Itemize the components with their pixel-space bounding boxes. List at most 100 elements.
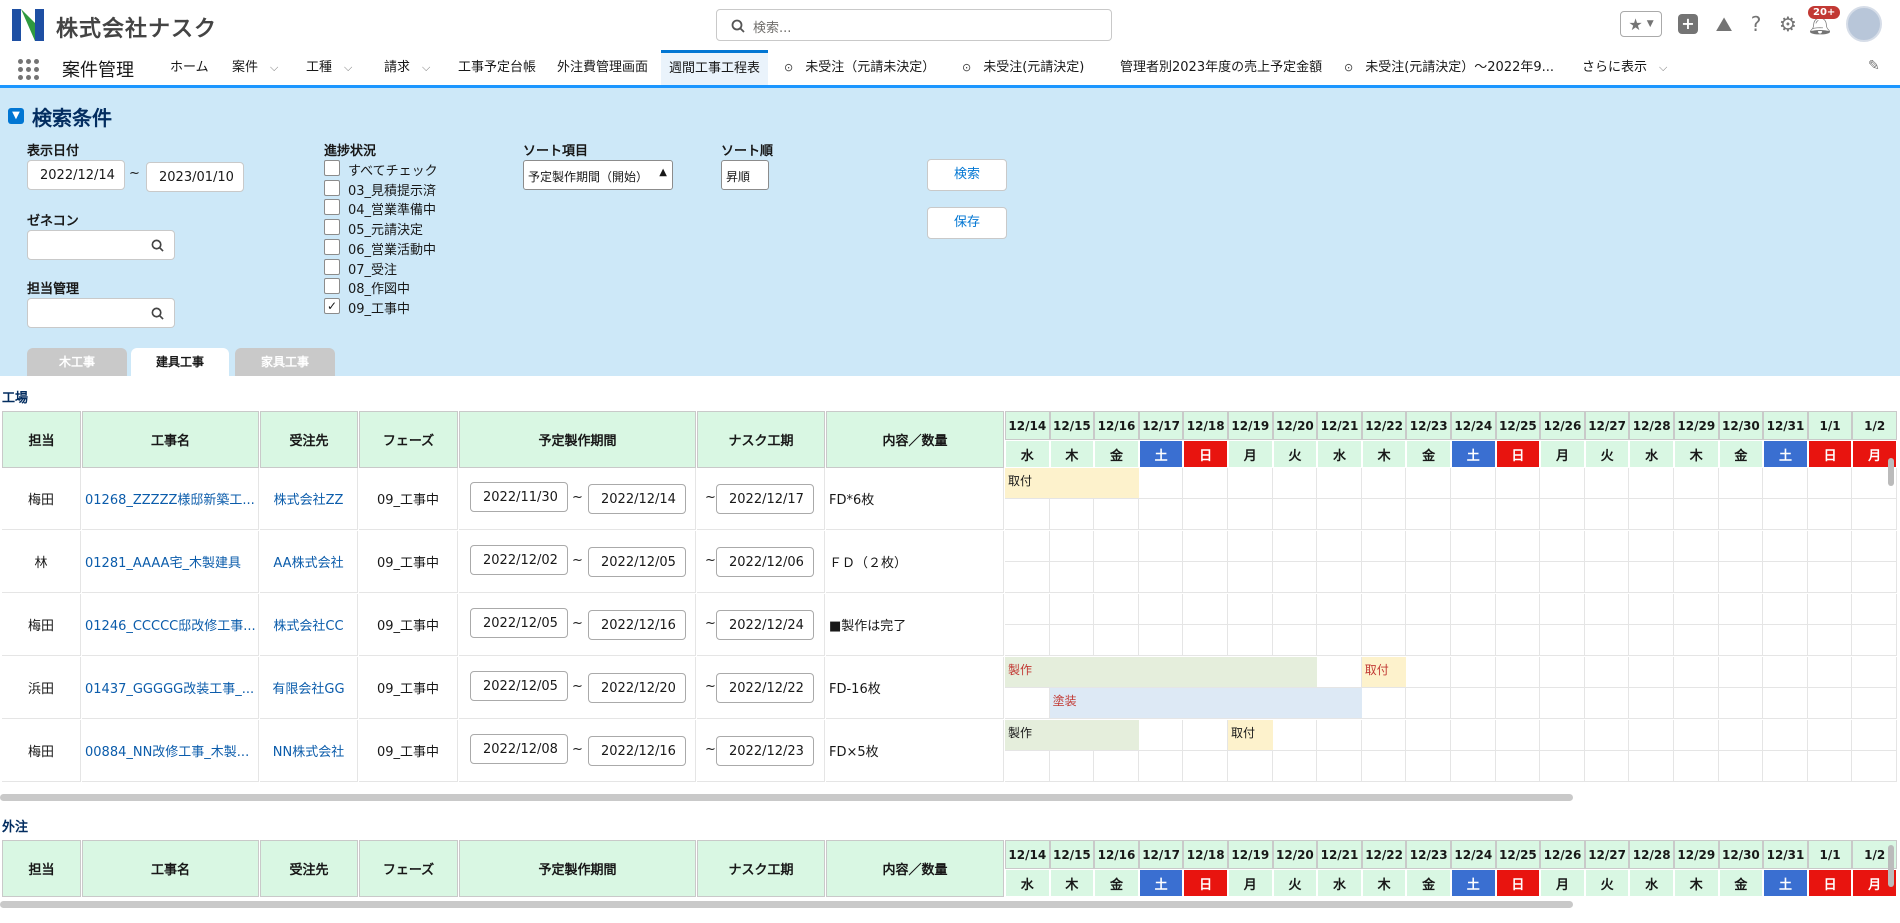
schedule-cell[interactable] [1852, 562, 1897, 593]
schedule-cell[interactable] [1807, 657, 1853, 688]
save-button[interactable]: 保存 [927, 207, 1007, 239]
schedule-cell[interactable] [1094, 499, 1139, 530]
schedule-cell[interactable] [1495, 594, 1541, 625]
schedule-cell[interactable] [1495, 751, 1541, 782]
nav-item-2[interactable]: 工種 ⌵ [298, 50, 360, 85]
col-header-phase[interactable]: フェーズ [359, 840, 458, 897]
schedule-cell[interactable] [1361, 594, 1407, 625]
schedule-cell[interactable] [1228, 499, 1273, 530]
manager-lookup-input[interactable] [27, 298, 175, 328]
schedule-cell[interactable] [1317, 751, 1362, 782]
schedule-cell[interactable] [1763, 751, 1808, 782]
schedule-cell[interactable] [1317, 562, 1362, 593]
period-end-input[interactable]: 2022/12/16 [588, 736, 686, 766]
trailhead-icon[interactable]: ⛰ [1712, 12, 1736, 36]
nav-item-1[interactable]: 案件 ⌵ [224, 50, 286, 85]
schedule-cell[interactable] [1272, 468, 1318, 499]
schedule-cell[interactable] [1361, 468, 1407, 499]
tab-0[interactable]: 木工事 [27, 348, 127, 376]
schedule-cell[interactable] [1138, 499, 1184, 530]
schedule-cell[interactable] [1272, 531, 1318, 562]
collapse-toggle-icon[interactable]: ▼ [8, 108, 24, 124]
schedule-cell[interactable] [1584, 594, 1630, 625]
schedule-cell[interactable] [1183, 625, 1228, 656]
schedule-cell[interactable] [1228, 751, 1273, 782]
schedule-bar[interactable]: 取付 [1228, 720, 1273, 750]
schedule-cell[interactable] [1138, 625, 1184, 656]
col-header-name[interactable]: 工事名 [82, 411, 259, 468]
client-link[interactable]: AA株式会社 [260, 531, 358, 593]
schedule-cell[interactable] [1584, 657, 1630, 688]
schedule-cell[interactable] [1183, 720, 1228, 751]
schedule-cell[interactable] [1540, 594, 1585, 625]
schedule-cell[interactable] [1674, 562, 1719, 593]
schedule-cell[interactable] [1495, 468, 1541, 499]
schedule-cell[interactable] [1807, 531, 1853, 562]
schedule-cell[interactable] [1807, 720, 1853, 751]
sort-item-select[interactable]: 予定製作期間（開始） ▲ [523, 160, 673, 190]
schedule-cell[interactable] [1406, 499, 1451, 530]
schedule-cell[interactable] [1005, 688, 1050, 719]
schedule-cell[interactable] [1094, 531, 1139, 562]
schedule-cell[interactable] [1540, 625, 1585, 656]
schedule-cell[interactable] [1584, 562, 1630, 593]
schedule-cell[interactable] [1005, 625, 1050, 656]
schedule-cell[interactable] [1495, 531, 1541, 562]
schedule-cell[interactable] [1138, 531, 1184, 562]
nav-item-5[interactable]: 外注費管理画面 [549, 50, 656, 85]
gear-icon[interactable]: ⚙ [1776, 12, 1800, 36]
vertical-scrollbar[interactable] [1888, 458, 1894, 486]
schedule-cell[interactable] [1674, 625, 1719, 656]
avatar[interactable] [1846, 6, 1882, 42]
schedule-cell[interactable] [1629, 720, 1674, 751]
schedule-cell[interactable] [1584, 688, 1630, 719]
schedule-cell[interactable] [1807, 688, 1853, 719]
chevron-down-icon[interactable]: ⌵ [344, 50, 352, 85]
edit-nav-pencil-icon[interactable]: ✎ [1868, 58, 1880, 74]
progress-checkbox[interactable] [324, 278, 340, 295]
progress-checkbox[interactable] [324, 199, 340, 216]
schedule-cell[interactable] [1451, 688, 1496, 719]
schedule-cell[interactable] [1852, 751, 1897, 782]
col-header-period[interactable]: 予定製作期間 [459, 840, 696, 897]
progress-checkbox[interactable] [324, 258, 340, 275]
schedule-cell[interactable] [1272, 625, 1318, 656]
period-end-input[interactable]: 2022/12/14 [588, 484, 686, 514]
schedule-cell[interactable] [1049, 594, 1095, 625]
client-link[interactable]: 有限会社GG [260, 657, 358, 719]
tab-2[interactable]: 家具工事 [235, 348, 335, 376]
schedule-cell[interactable] [1763, 594, 1808, 625]
schedule-cell[interactable] [1317, 531, 1362, 562]
schedule-cell[interactable] [1718, 499, 1764, 530]
col-header-content[interactable]: 内容／数量 [826, 840, 1004, 897]
schedule-cell[interactable] [1361, 531, 1407, 562]
date-to-input[interactable]: 2023/01/10 [146, 162, 244, 192]
schedule-cell[interactable] [1629, 499, 1674, 530]
progress-checkbox[interactable] [324, 238, 340, 255]
schedule-cell[interactable] [1540, 531, 1585, 562]
schedule-cell[interactable] [1495, 562, 1541, 593]
schedule-cell[interactable] [1451, 751, 1496, 782]
schedule-cell[interactable] [1807, 499, 1853, 530]
schedule-cell[interactable] [1005, 531, 1050, 562]
schedule-cell[interactable] [1451, 594, 1496, 625]
schedule-cell[interactable] [1406, 531, 1451, 562]
progress-checkbox[interactable] [324, 160, 340, 176]
schedule-cell[interactable] [1361, 625, 1407, 656]
schedule-cell[interactable] [1718, 531, 1764, 562]
schedule-cell[interactable] [1718, 720, 1764, 751]
schedule-cell[interactable] [1852, 625, 1897, 656]
schedule-cell[interactable] [1451, 720, 1496, 751]
schedule-cell[interactable] [1763, 468, 1808, 499]
schedule-cell[interactable] [1005, 594, 1050, 625]
schedule-cell[interactable] [1317, 594, 1362, 625]
schedule-cell[interactable] [1361, 688, 1407, 719]
schedule-cell[interactable] [1451, 499, 1496, 530]
schedule-cell[interactable] [1718, 751, 1764, 782]
schedule-cell[interactable] [1406, 625, 1451, 656]
schedule-cell[interactable] [1183, 531, 1228, 562]
schedule-cell[interactable] [1674, 499, 1719, 530]
schedule-cell[interactable] [1852, 531, 1897, 562]
schedule-cell[interactable] [1584, 468, 1630, 499]
schedule-cell[interactable] [1451, 657, 1496, 688]
